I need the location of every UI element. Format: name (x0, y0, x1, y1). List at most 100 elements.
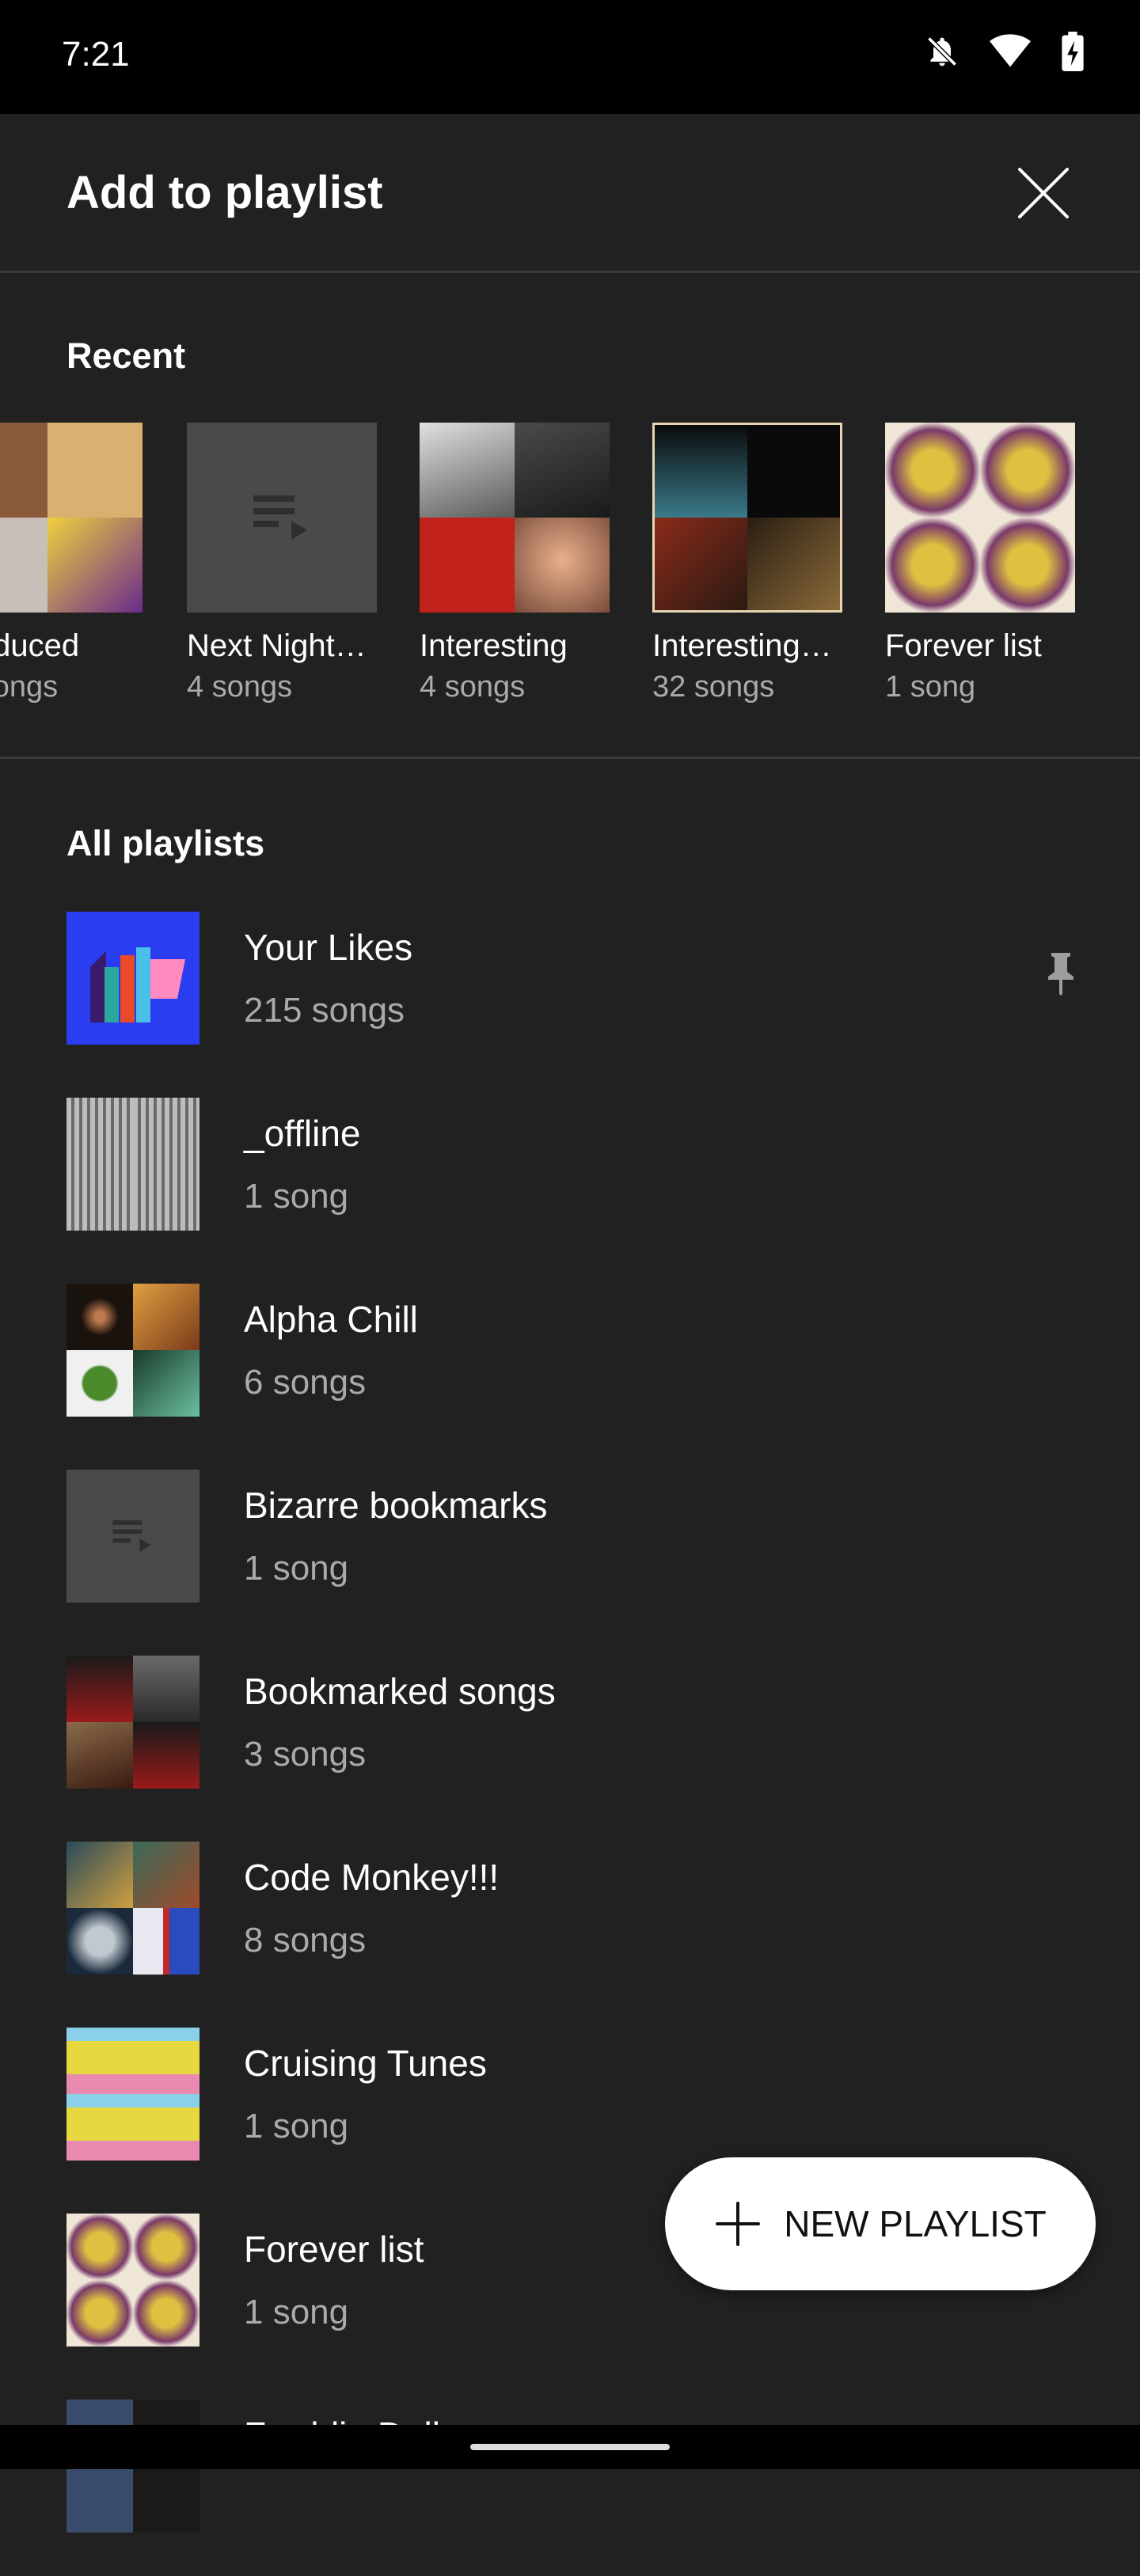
sheet-header: Add to playlist (0, 114, 1140, 271)
recent-card[interactable]: Next Night… 4 songs (187, 423, 377, 704)
art-quadrant (66, 2094, 133, 2161)
status-time: 7:21 (62, 35, 130, 74)
playlist-icon (112, 1520, 151, 1552)
art-quadrant (133, 1656, 200, 1722)
art-quadrant (420, 423, 515, 518)
art-quadrant (66, 2280, 133, 2346)
playlist-subtitle: 1 song (244, 1177, 349, 1216)
playlist-icon (253, 495, 307, 540)
recent-card-subtitle: 1 song (885, 670, 976, 704)
gesture-handle[interactable] (470, 2444, 670, 2450)
art-quadrant (66, 1842, 133, 1908)
playlist-subtitle: 1 song (244, 1549, 349, 1588)
art-quadrant (133, 2028, 200, 2094)
playlist-subtitle: 1 song (244, 2293, 349, 2331)
recent-card-title: Interesting (420, 628, 568, 663)
recent-card-title: Next Night… (187, 628, 367, 663)
art-quadrant (133, 1842, 200, 1908)
recent-card-subtitle: 4 songs (187, 670, 293, 704)
recent-card[interactable]: Interesting 4 songs (420, 423, 610, 704)
art-quadrant (133, 1350, 200, 1417)
recent-card-subtitle: 4 songs (420, 670, 526, 704)
battery-charging-icon (1061, 32, 1085, 71)
playlist-subtitle: 215 songs (244, 991, 405, 1030)
list-item[interactable]: _offline 1 song (0, 1088, 1140, 1274)
art-quadrant (133, 2214, 200, 2280)
playlist-title: _offline (244, 1113, 361, 1154)
art-quadrant (66, 2214, 133, 2280)
playlist-subtitle: 6 songs (244, 1363, 367, 1402)
recent-card-subtitle: 2 songs (0, 670, 59, 704)
art-quadrant (66, 1164, 133, 1231)
playlist-thumbnail (66, 1842, 200, 1975)
art-quadrant (66, 1098, 133, 1164)
playlist-thumbnail (66, 2028, 200, 2161)
playlist-thumbnail (420, 423, 610, 613)
wifi-icon (990, 34, 1031, 69)
art-quadrant (980, 518, 1075, 613)
playlist-thumbnail (66, 1284, 200, 1417)
list-item[interactable]: Bookmarked songs 3 songs (0, 1646, 1140, 1832)
playlist-thumbnail (66, 1098, 200, 1231)
art-quadrant (747, 518, 840, 610)
playlist-title: Cruising Tunes (244, 2043, 487, 2084)
list-item[interactable]: Your Likes 215 songs (0, 902, 1140, 1088)
playlist-thumbnail (66, 2214, 200, 2346)
art-quadrant (0, 423, 48, 518)
art-quadrant (66, 1350, 133, 1417)
recent-card-title: Reduced (0, 628, 80, 663)
art-quadrant (133, 1284, 200, 1350)
art-quadrant (133, 1908, 200, 1975)
art-quadrant (66, 1722, 133, 1789)
recent-card[interactable]: Interesting… 32 songs (652, 423, 842, 704)
art-quadrant (133, 2094, 200, 2161)
playlist-title: Alpha Chill (244, 1299, 418, 1340)
art-quadrant (420, 518, 515, 613)
navigation-bar (0, 2425, 1140, 2469)
divider (0, 757, 1140, 759)
list-item[interactable]: Alpha Chill 6 songs (0, 1274, 1140, 1460)
art-quadrant (66, 1284, 133, 1350)
recent-carousel[interactable]: Reduced 2 songs Next Night… 4 songs Inte… (0, 423, 1140, 723)
playlist-title: Your Likes (244, 927, 413, 968)
all-playlists-section-title: All playlists (66, 823, 265, 863)
art-quadrant (133, 1164, 200, 1231)
playlist-title: Code Monkey!!! (244, 1857, 500, 1898)
divider (0, 271, 1140, 273)
art-quadrant (885, 423, 980, 518)
playlist-thumbnail (885, 423, 1075, 613)
new-playlist-label: NEW PLAYLIST (784, 2203, 1047, 2244)
art-quadrant (980, 423, 1075, 518)
art-quadrant (133, 1722, 200, 1789)
art-quadrant (66, 1908, 133, 1975)
bell-off-icon (925, 32, 960, 70)
art-quadrant (655, 425, 747, 518)
new-playlist-button[interactable]: NEW PLAYLIST (665, 2157, 1096, 2290)
list-item[interactable]: Bizarre bookmarks 1 song (0, 1460, 1140, 1646)
status-bar: 7:21 (0, 0, 1140, 114)
recent-section-title: Recent (66, 336, 186, 376)
playlist-subtitle: 8 songs (244, 1921, 367, 1960)
recent-card[interactable]: Forever list 1 song (885, 423, 1075, 704)
art-quadrant (133, 2466, 200, 2532)
playlist-title: Bizarre bookmarks (244, 1485, 548, 1526)
page-title: Add to playlist (66, 167, 383, 218)
recent-card[interactable]: Reduced 2 songs (0, 423, 142, 704)
list-item[interactable]: Code Monkey!!! 8 songs (0, 1832, 1140, 2018)
list-item[interactable]: Freddie Dell… (0, 2390, 1140, 2576)
playlist-subtitle: 1 song (244, 2107, 349, 2145)
art-quadrant (885, 518, 980, 613)
playlist-thumbnail (652, 423, 842, 613)
pin-icon (1045, 950, 1077, 1001)
playlist-thumbnail (187, 423, 377, 613)
playlist-thumbnail (66, 912, 200, 1045)
close-button[interactable] (1013, 163, 1074, 223)
close-icon (1018, 168, 1069, 218)
playlist-subtitle: 3 songs (244, 1735, 367, 1774)
playlist-thumbnail (66, 1470, 200, 1603)
plus-icon (716, 2202, 761, 2246)
status-icons (925, 32, 1085, 71)
art-quadrant (48, 518, 142, 613)
art-quadrant (133, 1098, 200, 1164)
art-quadrant (515, 518, 610, 613)
